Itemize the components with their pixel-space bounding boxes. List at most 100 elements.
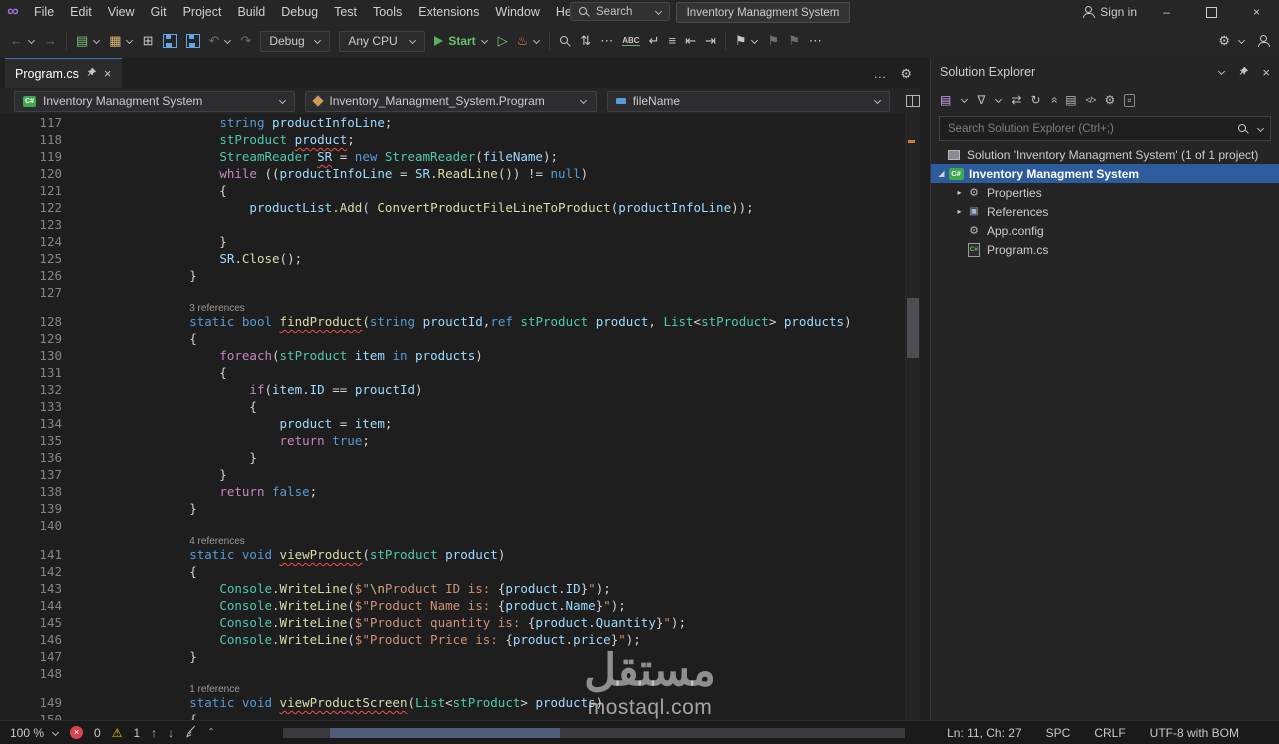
menu-edit[interactable]: Edit [62,0,100,24]
error-icon[interactable]: × [70,726,84,739]
preview-selected-items-icon[interactable]: ▫ [1124,93,1135,107]
menu-tools[interactable]: Tools [365,0,410,24]
close-icon[interactable]: × [1262,65,1270,80]
split-window-icon[interactable] [906,95,920,107]
next-issue-button[interactable]: ↓ [168,726,174,740]
navigate-forward-button[interactable]: → [44,33,57,49]
tree-item-project[interactable]: ◢ C# Inventory Managment System [931,164,1279,183]
undo-button[interactable]: ↶ [209,33,220,49]
warning-count[interactable]: 1 [133,726,140,740]
tree-item-solution[interactable]: Solution 'Inventory Managment System' (1… [931,145,1279,164]
close-button[interactable]: × [1234,0,1279,24]
show-all-files-icon[interactable]: ▤ [1065,93,1076,107]
bookmark-dropdown-icon[interactable] [751,37,759,45]
view-code-icon[interactable]: </> [1086,95,1097,105]
word-wrap-button[interactable]: ↵ [649,33,660,49]
previous-issue-button[interactable]: ↑ [151,726,157,740]
spell-checker-button[interactable]: ABC [622,36,640,46]
find-in-files-button[interactable] [559,35,571,47]
expand-indicator-button[interactable]: ˆ [209,726,213,740]
cursor-position[interactable]: Ln: 11, Ch: 27 [947,726,1022,740]
toggle-bookmark-button[interactable]: ⚑ [735,33,747,49]
new-project-dropdown-icon[interactable] [92,37,100,45]
editor-vertical-scrollbar[interactable] [905,114,920,720]
sign-in-button[interactable]: Sign in [1082,0,1137,24]
navigate-updown-button[interactable]: ⇅ [580,33,591,49]
undo-dropdown-icon[interactable] [223,37,231,45]
navigate-back-dropdown-icon[interactable] [27,37,35,45]
pin-icon[interactable] [1238,65,1249,80]
refresh-icon[interactable]: ↻ [1030,93,1040,107]
menu-file[interactable]: File [26,0,62,24]
warning-icon[interactable]: ⚠ [112,726,123,740]
sync-with-active-document-icon[interactable]: ⇄ [1011,93,1021,107]
solution-explorer-search-input[interactable] [946,121,1230,136]
new-project-button[interactable]: ▤ [76,33,88,49]
switch-views-icon[interactable]: ▤ [940,93,951,107]
member-dropdown[interactable]: fileName [606,90,891,112]
navigate-back-button[interactable]: ← [10,33,23,49]
menu-git[interactable]: Git [143,0,175,24]
code-editor[interactable]: 117 string productInfoLine; 118 stProduct… [0,114,920,720]
global-search-box[interactable]: Search [570,2,670,21]
filter-chevron-icon[interactable] [994,96,1002,104]
minimize-button[interactable]: – [1144,0,1189,24]
horizontal-scrollbar[interactable] [283,728,905,738]
menu-test[interactable]: Test [326,0,365,24]
panel-options-chevron-icon[interactable] [1217,68,1225,76]
solution-configurations-dropdown[interactable]: Debug [260,30,331,52]
open-file-button[interactable]: ▦ [109,33,121,49]
show-lines-button[interactable]: ≡ [668,33,676,49]
save-button[interactable] [162,34,177,48]
expand-arrow-icon[interactable]: ▸ [953,207,966,216]
tree-item-program-cs[interactable]: C# Program.cs [931,240,1279,259]
file-encoding[interactable]: UTF-8 with BOM [1150,726,1239,740]
prev-bookmark-button[interactable]: ⚑ [768,33,780,49]
browser-link-button[interactable]: ⚙ [1218,33,1230,49]
next-bookmark-button[interactable]: ⚑ [788,33,800,49]
toolbar-overflow-button[interactable]: ⋯ [809,33,822,49]
solution-explorer-search[interactable] [939,116,1271,141]
decrease-indent-button[interactable]: ⇤ [685,33,696,49]
pin-icon[interactable] [86,67,97,81]
solution-platforms-dropdown[interactable]: Any CPU [339,30,426,52]
menu-window[interactable]: Window [487,0,547,24]
browser-link-dropdown-icon[interactable] [1237,37,1245,45]
zoom-control[interactable]: 100 % [10,726,59,740]
project-dropdown[interactable]: C# Inventory Managment System [14,90,296,112]
tree-item-references[interactable]: ▸ ▣ References [931,202,1279,221]
properties-icon[interactable]: ⚙ [1105,93,1116,107]
add-item-button[interactable]: ⊞ [143,33,154,49]
indentation-mode[interactable]: SPC [1046,726,1071,740]
document-overflow-button[interactable]: … [873,66,886,82]
tab-settings-gear-icon[interactable]: ⚙ [900,66,912,82]
open-file-dropdown-icon[interactable] [126,37,134,45]
toolbar-ellipsis-button[interactable]: ⋯ [600,33,613,49]
start-without-debugging-button[interactable]: ▷ [498,33,508,49]
tab-program-cs[interactable]: Program.cs × [5,58,122,88]
redo-button[interactable]: ↷ [240,33,251,49]
tree-item-app-config[interactable]: ⚙ App.config [931,221,1279,240]
menu-view[interactable]: View [100,0,143,24]
type-dropdown[interactable]: Inventory_Managment_System.Program [305,90,597,112]
menu-build[interactable]: Build [229,0,273,24]
hot-reload-dropdown-icon[interactable] [532,37,540,45]
collapse-all-icon[interactable]: » [1046,97,1060,104]
panel-splitter[interactable] [920,58,930,720]
menu-extensions[interactable]: Extensions [410,0,487,24]
expand-arrow-icon[interactable]: ▸ [953,188,966,197]
line-ending[interactable]: CRLF [1094,726,1125,740]
start-debugging-button[interactable]: Start [434,34,488,48]
save-all-button[interactable] [185,34,200,48]
code-cleanup-button[interactable] [185,725,198,741]
send-feedback-button[interactable] [1257,35,1270,47]
pending-changes-filter-icon[interactable]: ∇ [977,93,985,107]
tree-item-properties[interactable]: ▸ ⚙ Properties [931,183,1279,202]
increase-indent-button[interactable]: ⇥ [705,33,716,49]
maximize-button[interactable] [1189,0,1234,24]
scrollbar-thumb[interactable] [907,298,919,358]
error-count[interactable]: 0 [94,726,101,740]
menu-debug[interactable]: Debug [273,0,326,24]
collapse-arrow-icon[interactable]: ◢ [935,169,948,178]
switch-views-chevron-icon[interactable] [960,96,968,104]
